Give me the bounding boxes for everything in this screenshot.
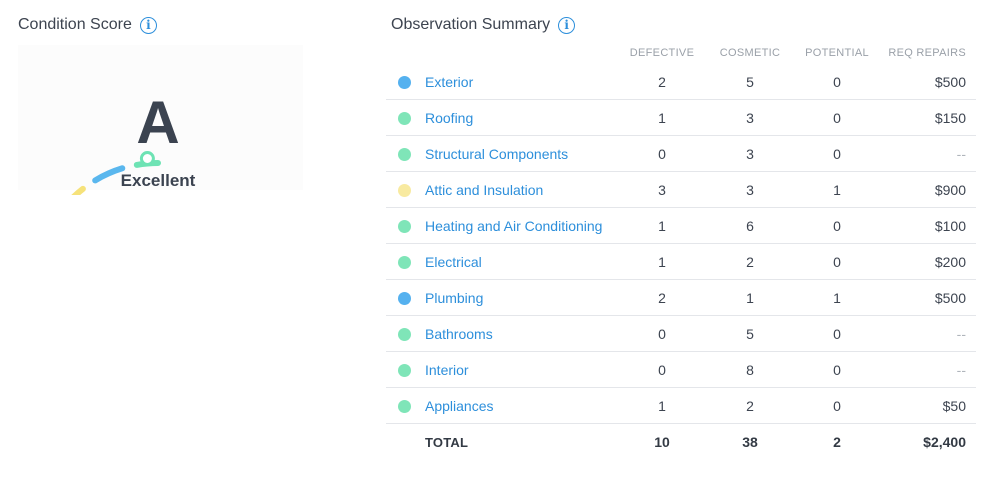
table-row: Electrical 1 2 0 $200 <box>386 243 976 280</box>
defective-count: 1 <box>618 387 706 424</box>
status-dot <box>398 255 411 269</box>
category-link[interactable]: Plumbing <box>425 290 483 306</box>
req-repairs-value: $100 <box>880 207 976 244</box>
info-icon[interactable]: i <box>558 16 576 34</box>
header-category <box>386 42 618 64</box>
potential-count: 0 <box>794 351 880 388</box>
grade-label: Excellent <box>120 171 196 190</box>
table-row: Exterior 2 5 0 $500 <box>386 64 976 100</box>
potential-count: 0 <box>794 64 880 100</box>
potential-count: 0 <box>794 387 880 424</box>
req-repairs-value: $500 <box>880 64 976 100</box>
header-defective: DEFECTIVE <box>629 47 695 59</box>
condition-score-title: Condition Score i <box>18 16 157 34</box>
total-potential: 2 <box>833 433 841 450</box>
cosmetic-count: 1 <box>706 279 794 316</box>
category-link[interactable]: Attic and Insulation <box>425 182 543 198</box>
info-icon[interactable]: i <box>139 16 157 34</box>
potential-count: 0 <box>794 207 880 244</box>
defective-count: 1 <box>618 243 706 280</box>
potential-count: 0 <box>794 315 880 352</box>
category-link[interactable]: Heating and Air Conditioning <box>425 218 602 234</box>
cosmetic-count: 5 <box>706 64 794 100</box>
req-repairs-value: -- <box>880 315 976 352</box>
category-link[interactable]: Interior <box>425 362 469 378</box>
cosmetic-count: 8 <box>706 351 794 388</box>
cosmetic-count: 2 <box>706 243 794 280</box>
potential-count: 0 <box>794 243 880 280</box>
header-potential: POTENTIAL <box>805 47 869 59</box>
status-dot <box>398 75 411 89</box>
category-link[interactable]: Electrical <box>425 254 482 270</box>
table-header-row: DEFECTIVE COSMETIC POTENTIAL REQ REPAIRS <box>386 42 976 64</box>
total-row: TOTAL 10 38 2 $2,400 <box>386 424 976 460</box>
req-repairs-value: $200 <box>880 243 976 280</box>
cosmetic-count: 3 <box>706 99 794 136</box>
total-label: TOTAL <box>425 434 469 450</box>
cosmetic-count: 6 <box>706 207 794 244</box>
table-row: Attic and Insulation 3 3 1 $900 <box>386 171 976 208</box>
category-link[interactable]: Exterior <box>425 74 473 90</box>
defective-count: 0 <box>618 135 706 172</box>
defective-count: 1 <box>618 99 706 136</box>
status-dot <box>398 183 411 197</box>
defective-count: 2 <box>618 279 706 316</box>
defective-count: 0 <box>618 351 706 388</box>
category-link[interactable]: Bathrooms <box>425 326 493 342</box>
status-dot <box>398 147 411 161</box>
status-dot <box>398 291 411 305</box>
cosmetic-count: 5 <box>706 315 794 352</box>
req-repairs-value: -- <box>880 351 976 388</box>
table-row: Heating and Air Conditioning 1 6 0 $100 <box>386 207 976 244</box>
total-cosmetic: 38 <box>742 433 758 450</box>
status-dot <box>398 327 411 341</box>
observation-table: DEFECTIVE COSMETIC POTENTIAL REQ REPAIRS… <box>386 42 976 459</box>
condition-score-gauge: A Excellent <box>18 45 308 195</box>
table-row: Bathrooms 0 5 0 -- <box>386 315 976 352</box>
condition-score-label: Condition Score <box>18 16 132 33</box>
req-repairs-value: $50 <box>880 387 976 424</box>
req-repairs-value: $150 <box>880 99 976 136</box>
table-row: Interior 0 8 0 -- <box>386 351 976 388</box>
status-dot <box>398 363 411 377</box>
cosmetic-count: 2 <box>706 387 794 424</box>
observation-summary-title: Observation Summary i <box>391 16 576 34</box>
defective-count: 3 <box>618 171 706 208</box>
status-dot <box>398 111 411 125</box>
table-row: Roofing 1 3 0 $150 <box>386 99 976 136</box>
observation-summary-label: Observation Summary <box>391 16 551 33</box>
cosmetic-count: 3 <box>706 171 794 208</box>
defective-count: 0 <box>618 315 706 352</box>
grade-letter: A <box>136 89 180 156</box>
table-row: Plumbing 2 1 1 $500 <box>386 279 976 316</box>
potential-count: 1 <box>794 171 880 208</box>
req-repairs-value: -- <box>880 135 976 172</box>
req-repairs-value: $900 <box>880 171 976 208</box>
header-cosmetic: COSMETIC <box>719 47 781 59</box>
cosmetic-count: 3 <box>706 135 794 172</box>
category-link[interactable]: Structural Components <box>425 146 568 162</box>
potential-count: 0 <box>794 135 880 172</box>
table-row: Appliances 1 2 0 $50 <box>386 387 976 424</box>
category-link[interactable]: Roofing <box>425 110 473 126</box>
status-dot <box>398 219 411 233</box>
total-defective: 10 <box>654 433 670 450</box>
defective-count: 1 <box>618 207 706 244</box>
category-link[interactable]: Appliances <box>425 398 494 414</box>
gauge-segment-yellow <box>71 185 86 195</box>
table-row: Structural Components 0 3 0 -- <box>386 135 976 172</box>
total-repairs: $2,400 <box>923 433 966 450</box>
potential-count: 0 <box>794 99 880 136</box>
potential-count: 1 <box>794 279 880 316</box>
req-repairs-value: $500 <box>880 279 976 316</box>
defective-count: 2 <box>618 64 706 100</box>
header-req-repairs: REQ REPAIRS <box>888 47 966 59</box>
status-dot <box>398 399 411 413</box>
